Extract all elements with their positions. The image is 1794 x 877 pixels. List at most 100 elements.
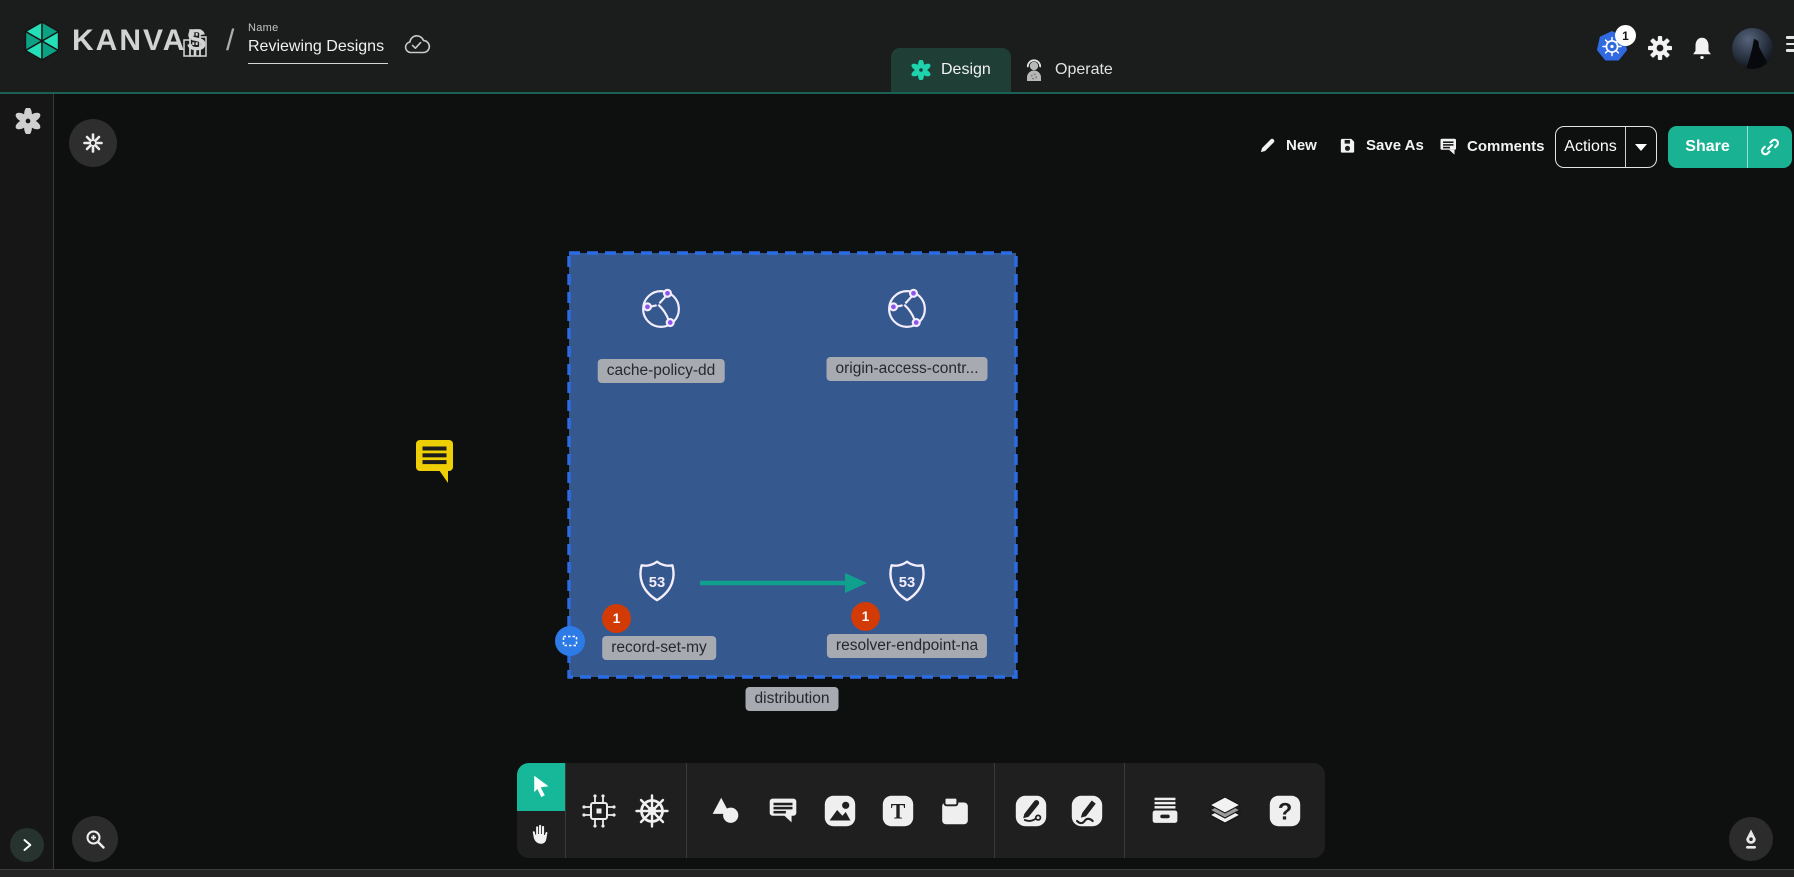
sticky-note-icon [936, 792, 974, 830]
design-name-field: Name [248, 22, 388, 64]
help-tool[interactable]: ? [1266, 792, 1304, 830]
text-icon: T [879, 792, 917, 830]
help-tool-glyph: ? [1278, 798, 1293, 825]
user-avatar[interactable] [1732, 28, 1773, 69]
pencil-icon [1258, 136, 1277, 155]
freehand-draw-tool[interactable] [1068, 792, 1106, 830]
sticky-note-tool[interactable] [936, 792, 974, 830]
bottom-strip [0, 869, 1794, 877]
comment-pin-icon[interactable] [413, 437, 456, 484]
group-label-distribution[interactable]: distribution [746, 687, 839, 711]
cloud-saved-icon [402, 33, 432, 57]
node-resolver-endpoint[interactable]: 53 [868, 544, 946, 622]
operator-headset-icon [1023, 59, 1045, 81]
kanvas-logo-icon[interactable] [22, 20, 62, 62]
pen-nib-icon [1739, 827, 1763, 851]
zoom-in-button[interactable] [72, 816, 118, 862]
node-record-set[interactable]: 53 [618, 544, 696, 622]
share-button[interactable]: Share [1668, 126, 1792, 168]
save-as-button-label: Save As [1366, 137, 1424, 154]
route53-number: 53 [649, 575, 665, 591]
node-count-badge: 1 [602, 604, 631, 633]
tab-operate-label: Operate [1055, 61, 1113, 79]
new-button[interactable]: New [1258, 136, 1317, 155]
asterisk-flower-icon [81, 131, 105, 155]
chevron-right-icon [17, 835, 37, 855]
pen-tool[interactable] [1012, 792, 1050, 830]
actions-dropdown-toggle[interactable] [1625, 127, 1656, 167]
design-flower-icon [911, 60, 931, 80]
tab-design-label: Design [941, 61, 991, 79]
hand-icon [527, 820, 555, 848]
notifications-bell-icon[interactable] [1690, 35, 1714, 61]
bottom-toolbar: T [517, 763, 1325, 858]
node-origin-access-control[interactable] [868, 270, 946, 348]
actions-button[interactable]: Actions [1555, 126, 1657, 168]
comment-tool[interactable] [764, 792, 802, 830]
zoom-in-icon [83, 827, 107, 851]
selection-handle[interactable] [555, 626, 585, 656]
layers-tool[interactable] [1205, 791, 1245, 831]
sidebar-expand-button[interactable] [10, 828, 44, 862]
route53-shield-icon: 53 [631, 557, 683, 609]
archive-tool[interactable] [1146, 792, 1184, 830]
helm-wheel-icon [632, 791, 672, 831]
header: KANVAS / Name [0, 0, 1794, 94]
node-label-cache-policy[interactable]: cache-policy-dd [598, 359, 725, 383]
new-button-label: New [1286, 137, 1317, 154]
selection-handle-icon [560, 631, 580, 651]
annotation-tools: T [687, 763, 994, 858]
node-label-record-set[interactable]: record-set-my [602, 636, 716, 660]
pan-hand-tool[interactable] [517, 811, 565, 859]
shapes-icon [706, 792, 744, 830]
copy-link-button[interactable] [1747, 126, 1792, 168]
flower-recenter-button[interactable] [69, 119, 117, 167]
circuit-components-tool[interactable] [579, 791, 619, 831]
archive-drawer-icon [1146, 792, 1184, 830]
actions-button-label: Actions [1556, 138, 1625, 156]
node-count-badge: 1 [851, 602, 880, 631]
comments-button[interactable]: Comments [1438, 136, 1545, 156]
node-cache-policy[interactable] [622, 270, 700, 348]
question-icon: ? [1266, 792, 1304, 830]
comments-button-label: Comments [1467, 138, 1545, 155]
text-tool[interactable]: T [879, 792, 917, 830]
pointer-tools [517, 763, 565, 858]
shapes-tool[interactable] [706, 792, 744, 830]
app-root: KANVAS / Name [0, 0, 1794, 877]
comment-icon [1438, 136, 1458, 156]
component-tools [566, 763, 686, 858]
name-field-label: Name [248, 22, 388, 34]
context-count-badge: 1 [1615, 25, 1636, 46]
cloudfront-globe-icon [635, 283, 687, 335]
image-tool[interactable] [821, 792, 859, 830]
caret-down-icon [1635, 144, 1647, 151]
pencil-scribble-icon [1068, 792, 1106, 830]
drawing-tools [995, 763, 1124, 858]
settings-gear-icon[interactable] [1648, 36, 1672, 60]
save-as-button[interactable]: Save As [1338, 136, 1424, 155]
pen-mode-button[interactable] [1729, 817, 1773, 861]
node-label-origin-access[interactable]: origin-access-contr... [827, 357, 988, 381]
layers-icon [1205, 791, 1245, 831]
tab-operate[interactable]: Operate [1003, 48, 1133, 92]
tab-design[interactable]: Design [891, 48, 1011, 92]
node-label-resolver-endpoint[interactable]: resolver-endpoint-na [827, 634, 987, 658]
utility-tools: ? [1125, 763, 1326, 858]
cloudfront-globe-icon [881, 283, 933, 335]
menu-icon[interactable] [1786, 36, 1794, 56]
select-tool[interactable] [517, 763, 565, 811]
breadcrumb-separator: / [226, 24, 234, 58]
cursor-icon [526, 772, 556, 802]
sidebar-flower-icon[interactable] [15, 108, 41, 134]
org-building-icon[interactable] [182, 27, 208, 59]
circuit-chip-icon [579, 791, 619, 831]
save-icon [1338, 136, 1357, 155]
text-tool-glyph: T [890, 799, 905, 823]
route53-shield-icon: 53 [881, 557, 933, 609]
image-icon [821, 792, 859, 830]
design-name-input[interactable] [248, 36, 388, 64]
kubernetes-components-tool[interactable] [632, 791, 672, 831]
link-icon [1759, 136, 1781, 158]
pen-path-icon [1012, 792, 1050, 830]
